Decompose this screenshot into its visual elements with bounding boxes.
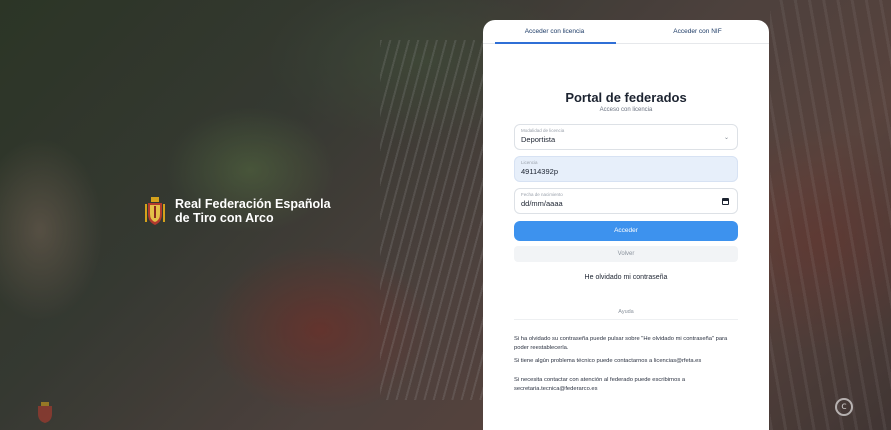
- help-contact-text: Si necesita contactar con atención al fe…: [514, 377, 686, 392]
- calendar-icon[interactable]: [722, 198, 729, 205]
- help-forgot-text: Si ha olvidado su contraseña puede pulsa…: [514, 336, 728, 351]
- brand-name-line2: de Tiro con Arco: [175, 211, 274, 225]
- licencia-value: 49114392p: [521, 167, 558, 176]
- licencia-input[interactable]: Licencia 49114392p: [514, 156, 738, 182]
- volver-button[interactable]: Volver: [514, 246, 738, 262]
- brand-name: Real Federación Española de Tiro con Arc…: [175, 197, 331, 225]
- modalidad-label: Modalidad de licencia: [521, 128, 565, 133]
- login-card: Acceder con licencia Acceder con NIF Por…: [483, 20, 769, 430]
- login-tabs: Acceder con licencia Acceder con NIF: [483, 20, 769, 44]
- forgot-password-link[interactable]: He olvidado mi contraseña: [483, 274, 769, 281]
- tab-licencia[interactable]: Acceder con licencia: [483, 20, 626, 44]
- page-subtitle: Acceso con licencia: [599, 107, 653, 113]
- help-heading: Ayuda: [618, 309, 634, 315]
- modalidad-select[interactable]: Modalidad de licencia Deportista ⌄: [514, 124, 738, 150]
- brand-name-line1: Real Federación Española: [175, 197, 331, 211]
- crest-icon: [145, 197, 165, 225]
- licencia-label: Licencia: [521, 160, 538, 165]
- fecha-label: Fecha de nacimiento: [521, 192, 563, 197]
- federation-brand: Real Federación Española de Tiro con Arc…: [145, 196, 331, 226]
- page-title: Portal de federados: [565, 90, 687, 105]
- modalidad-value: Deportista: [521, 135, 556, 144]
- help-divider: [514, 319, 738, 320]
- chevron-down-icon: ⌄: [723, 134, 729, 141]
- bottom-crest-icon: [38, 402, 52, 423]
- copyright-icon: c: [835, 398, 853, 416]
- help-technical-text: Si tiene algún problema técnico puede co…: [514, 358, 702, 364]
- fecha-value: dd/mm/aaaa: [521, 199, 563, 208]
- tab-nif[interactable]: Acceder con NIF: [626, 20, 769, 43]
- acceder-button[interactable]: Acceder: [514, 221, 738, 241]
- fecha-nacimiento-input[interactable]: Fecha de nacimiento dd/mm/aaaa: [514, 188, 738, 214]
